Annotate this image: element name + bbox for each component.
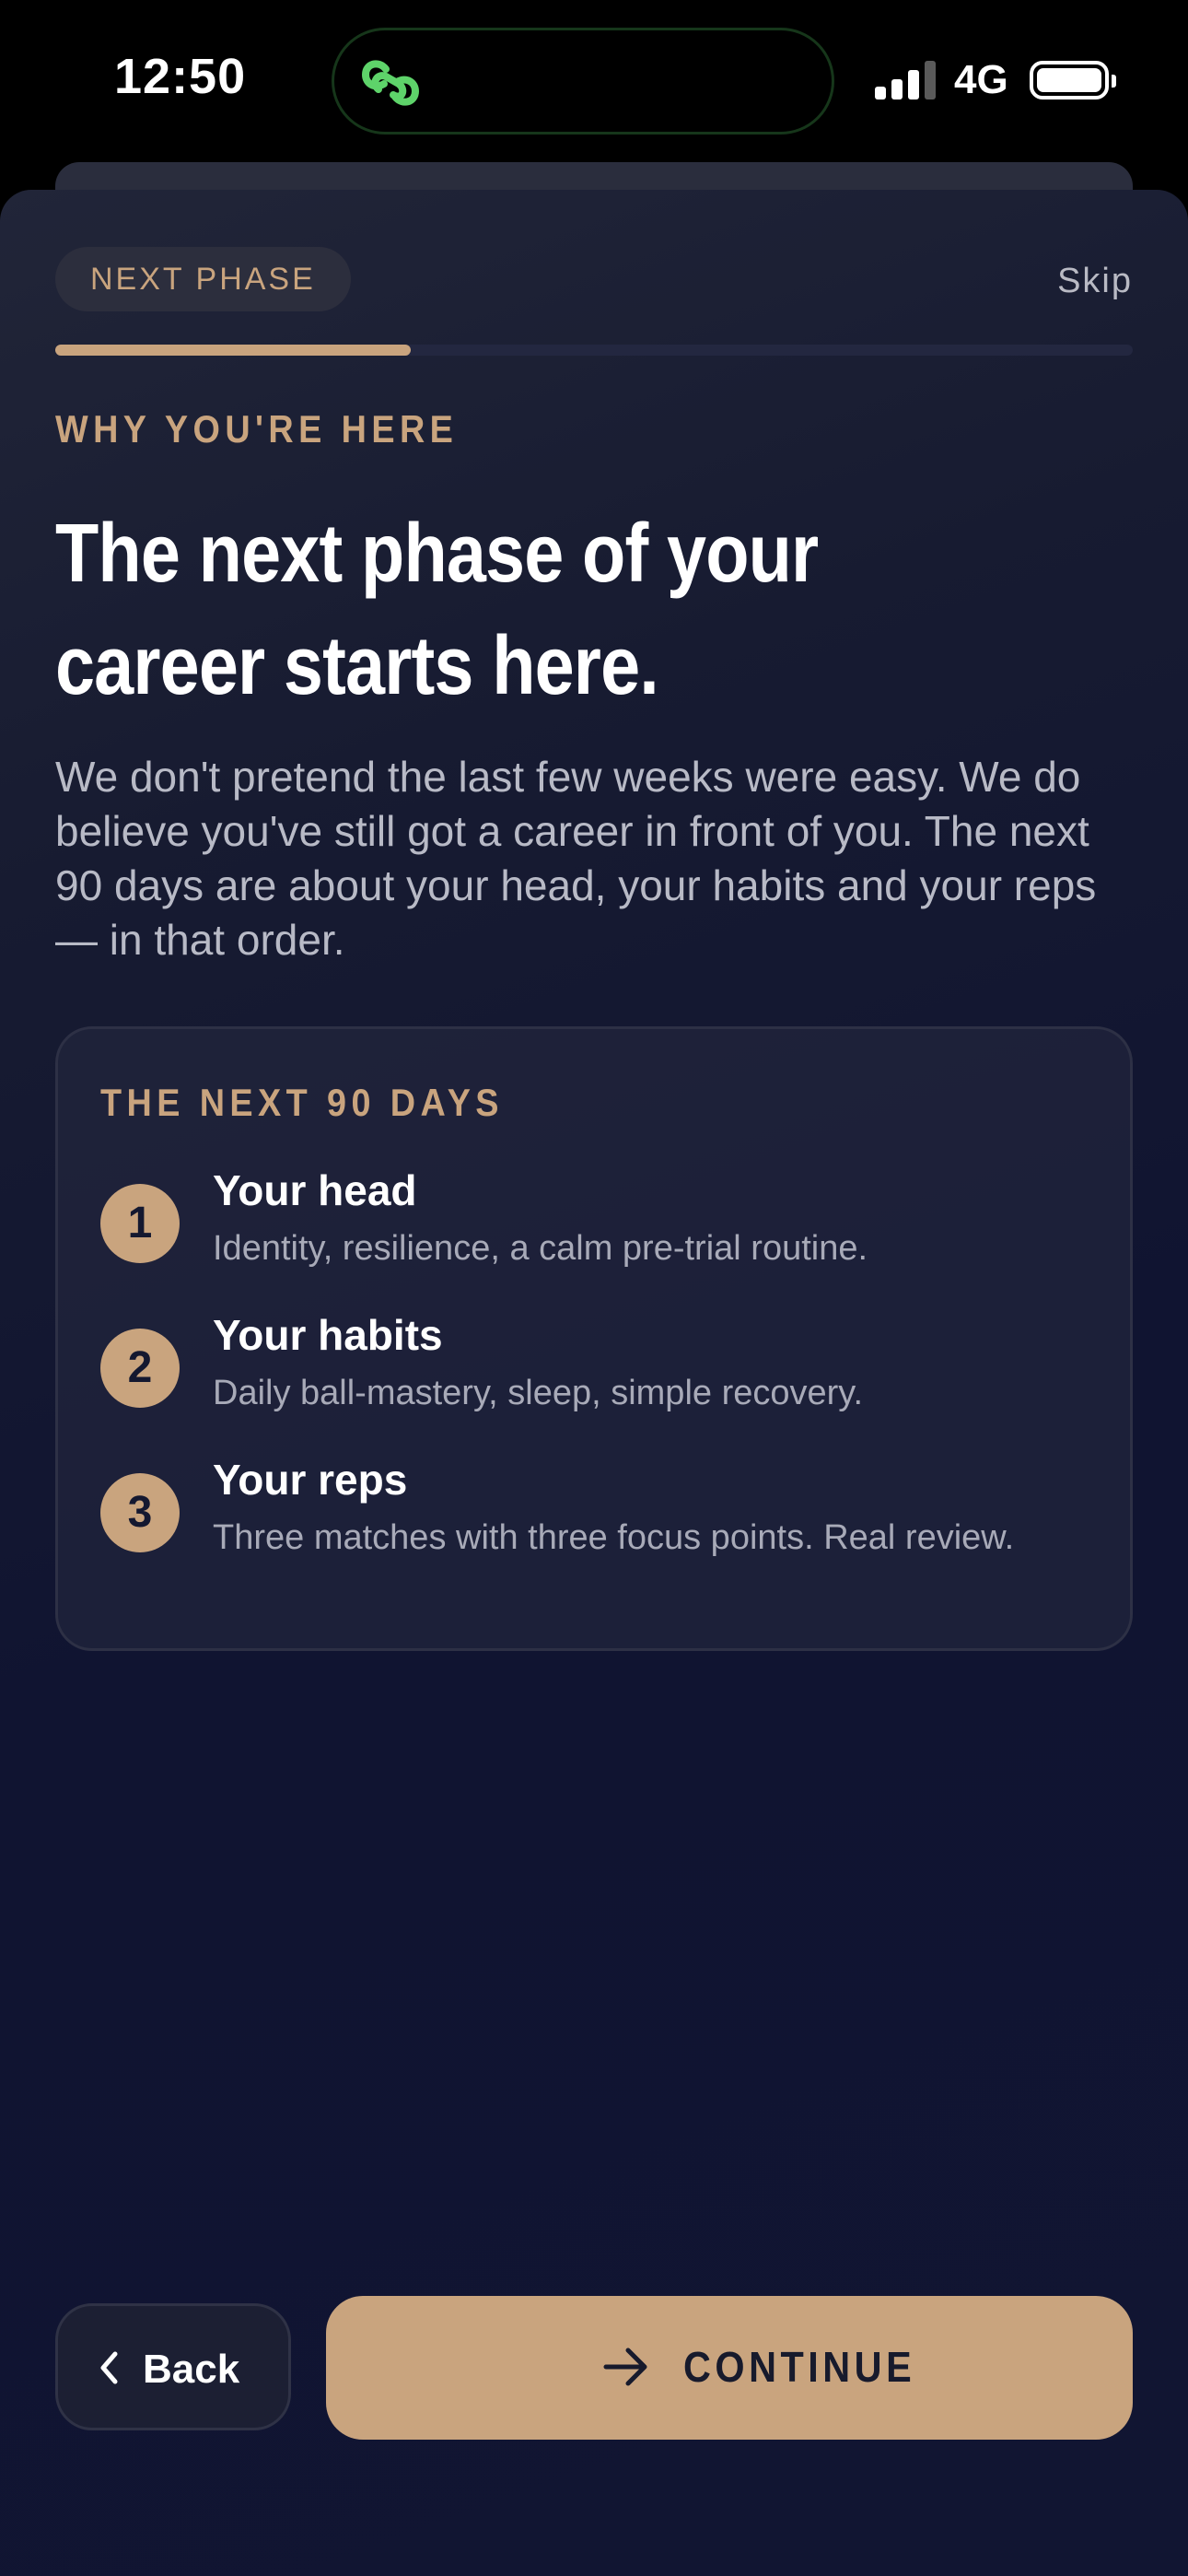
step-number-badge: 3 (100, 1473, 180, 1552)
battery-icon (1030, 61, 1116, 100)
continue-button[interactable]: CONTINUE (326, 2296, 1133, 2440)
step-number-badge: 1 (100, 1184, 180, 1263)
plan-item-description: Daily ball-mastery, sleep, simple recove… (213, 1374, 864, 1412)
progress-bar (55, 345, 1133, 356)
step-number-badge: 2 (100, 1329, 180, 1408)
section-eyebrow: WHY YOU'RE HERE (55, 407, 459, 451)
onboarding-sheet: NEXT PHASE Skip WHY YOU'RE HERE The next… (0, 190, 1188, 2576)
continue-button-label: CONTINUE (683, 2343, 916, 2391)
plan-item-description: Three matches with three focus points. R… (213, 1518, 1015, 1557)
chevron-left-icon (100, 2351, 118, 2384)
progress-fill (55, 345, 412, 356)
link-icon (361, 60, 420, 106)
back-button[interactable]: Back (55, 2303, 291, 2430)
skip-button[interactable]: Skip (1057, 262, 1133, 301)
plan-item-title: Your head (213, 1166, 417, 1214)
cellular-signal-icon (875, 61, 938, 100)
status-bar: 12:50 4G (0, 0, 1188, 166)
phase-pill: NEXT PHASE (55, 247, 351, 311)
plan-card-title: THE NEXT 90 DAYS (100, 1081, 504, 1124)
dynamic-island[interactable] (332, 28, 834, 135)
status-time: 12:50 (114, 49, 247, 104)
plan-item-title: Your reps (213, 1456, 408, 1504)
plan-item-description: Identity, resilience, a calm pre-trial r… (213, 1229, 868, 1268)
plan-item-title: Your habits (213, 1311, 443, 1359)
network-type: 4G (954, 57, 1008, 102)
page-title: The next phase of your career starts her… (55, 508, 819, 712)
intro-paragraph: We don't pretend the last few weeks were… (55, 753, 1097, 964)
back-button-label: Back (143, 2347, 240, 2392)
plan-card: THE NEXT 90 DAYS 1 Your head Identity, r… (55, 1026, 1133, 1651)
arrow-right-icon (603, 2348, 647, 2386)
